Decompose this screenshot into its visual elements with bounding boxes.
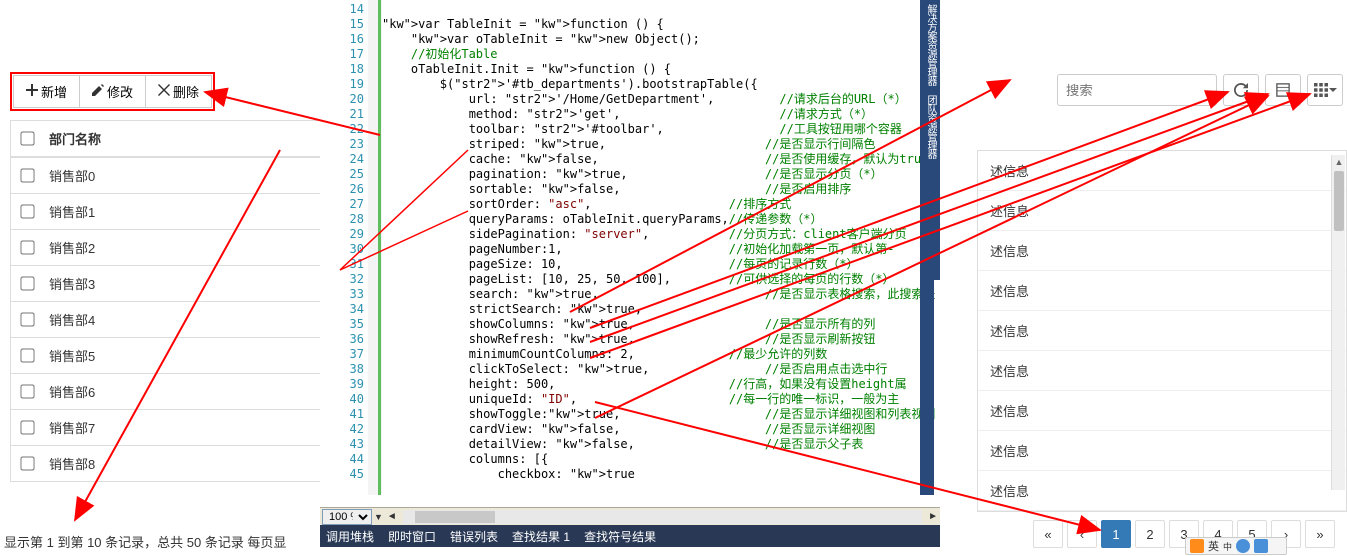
cell-name: 销售部6 — [49, 382, 95, 401]
pagination: «‹12345›» — [1033, 520, 1335, 548]
info-row: 述信息 — [978, 391, 1346, 431]
row-checkbox[interactable] — [20, 240, 34, 254]
table-row[interactable]: 销售部7 — [10, 410, 340, 446]
line-gutter: 1415161718192021222324252627282930313233… — [344, 0, 364, 482]
toggle-button[interactable] — [1265, 74, 1301, 106]
info-row: 述信息 — [978, 231, 1346, 271]
debug-tab[interactable]: 查找符号结果 — [584, 528, 656, 545]
table-row[interactable]: 销售部0 — [10, 158, 340, 194]
table-row[interactable]: 销售部5 — [10, 338, 340, 374]
row-checkbox[interactable] — [20, 456, 34, 470]
debug-tab[interactable]: 错误列表 — [450, 528, 498, 545]
right-scrollbar[interactable]: ▲ — [1331, 155, 1345, 490]
cell-name: 销售部5 — [49, 346, 95, 365]
cell-name: 销售部0 — [49, 166, 95, 185]
info-row: 述信息 — [978, 311, 1346, 351]
info-row: 述信息 — [978, 191, 1346, 231]
debug-tab[interactable]: 查找结果 1 — [512, 528, 570, 545]
page-button[interactable]: » — [1305, 520, 1335, 548]
info-row: 述信息 — [978, 351, 1346, 391]
solution-explorer-tab[interactable]: 解决方案资源管理器 团队资源管理器 — [922, 0, 940, 280]
row-checkbox[interactable] — [20, 312, 34, 326]
code-editor: 1415161718192021222324252627282930313233… — [320, 0, 940, 556]
zoom-select[interactable]: 100 % — [322, 509, 372, 525]
column-header: 部门名称 — [49, 129, 101, 148]
close-icon — [158, 84, 170, 99]
table-row[interactable]: 销售部3 — [10, 266, 340, 302]
row-checkbox[interactable] — [20, 420, 34, 434]
debug-tab[interactable]: 即时窗口 — [388, 528, 436, 545]
search-input[interactable] — [1057, 74, 1217, 106]
cell-name: 销售部7 — [49, 418, 95, 437]
cell-name: 销售部4 — [49, 310, 95, 329]
plus-icon — [26, 84, 38, 99]
page-button[interactable]: « — [1033, 520, 1063, 548]
row-checkbox[interactable] — [20, 276, 34, 290]
chevron-down-icon — [1329, 88, 1337, 92]
edit-button[interactable]: 修改 — [79, 75, 145, 108]
page-button[interactable]: 1 — [1101, 520, 1131, 548]
right-panel: 述信息述信息述信息述信息述信息述信息述信息述信息述信息 — [977, 70, 1347, 512]
row-checkbox[interactable] — [20, 168, 34, 182]
grid-icon — [1314, 83, 1328, 97]
department-table: 部门名称 销售部0 销售部1 销售部2 销售部3 销售部4 销售部5 销售部6 销售部7 销售部… — [10, 120, 340, 482]
refresh-icon — [1234, 83, 1248, 97]
table-row[interactable]: 销售部8 — [10, 446, 340, 482]
info-row: 述信息 — [978, 471, 1346, 511]
table-row[interactable]: 销售部4 — [10, 302, 340, 338]
add-button[interactable]: 新增 — [13, 75, 79, 108]
editor-status-bar: 100 % ▼ ◄ ► — [320, 507, 940, 525]
columns-button[interactable] — [1307, 74, 1343, 106]
delete-button[interactable]: 删除 — [145, 75, 212, 108]
cell-name: 销售部1 — [49, 202, 95, 221]
row-checkbox[interactable] — [20, 348, 34, 362]
page-button[interactable]: ‹ — [1067, 520, 1097, 548]
toolbar: 新增 修改 删除 — [10, 72, 215, 111]
debug-tab[interactable]: 调用堆栈 — [326, 528, 374, 545]
info-row: 述信息 — [978, 431, 1346, 471]
page-button[interactable]: 2 — [1135, 520, 1165, 548]
select-all-checkbox[interactable] — [20, 131, 34, 145]
cell-name: 销售部2 — [49, 238, 95, 257]
pencil-icon — [92, 84, 104, 99]
cell-name: 销售部8 — [49, 454, 95, 473]
horizontal-scrollbar[interactable] — [403, 510, 922, 524]
table-row[interactable]: 销售部1 — [10, 194, 340, 230]
cell-name: 销售部3 — [49, 274, 95, 293]
info-row: 述信息 — [978, 151, 1346, 191]
info-row: 述信息 — [978, 271, 1346, 311]
table-header: 部门名称 — [10, 120, 340, 158]
table-row[interactable]: 销售部6 — [10, 374, 340, 410]
debug-tabs: 调用堆栈即时窗口错误列表查找结果 1 查找符号结果 — [320, 525, 940, 547]
pagination-info: 显示第 1 到第 10 条记录，总共 50 条记录 每页显 — [4, 532, 286, 551]
row-checkbox[interactable] — [20, 204, 34, 218]
list-icon — [1276, 83, 1290, 97]
row-checkbox[interactable] — [20, 384, 34, 398]
ime-bar[interactable]: 英 中 — [1185, 537, 1287, 555]
code-area[interactable]: "kw">var TableInit = "kw">function () { … — [382, 0, 916, 482]
refresh-button[interactable] — [1223, 74, 1259, 106]
table-row[interactable]: 销售部2 — [10, 230, 340, 266]
